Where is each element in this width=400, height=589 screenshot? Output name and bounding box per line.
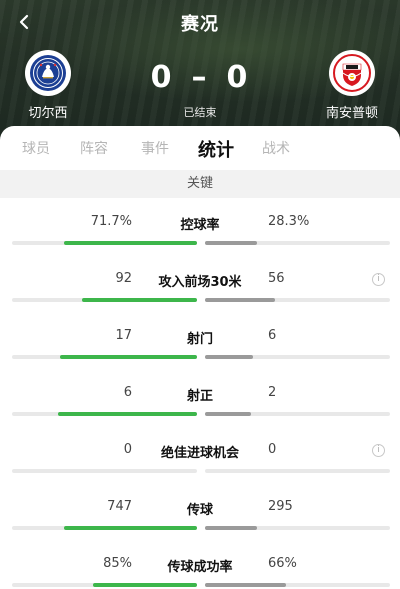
stat-away-value: 0 xyxy=(268,442,277,457)
home-stat-bar-fill xyxy=(93,583,197,587)
tab-bar: 球员 阵容 事件 统计 战术 xyxy=(0,126,400,170)
away-stat-bar xyxy=(205,298,390,302)
southampton-crest-icon xyxy=(329,50,375,96)
page-title: 赛况 xyxy=(181,14,219,35)
stat-label: 攻入前场30米 xyxy=(158,275,242,290)
away-stat-bar-fill xyxy=(205,583,286,587)
away-team[interactable]: 南安普顿 xyxy=(312,50,392,121)
stat-away-value: 295 xyxy=(268,499,293,514)
home-stat-bar xyxy=(12,583,197,587)
home-stat-bar xyxy=(12,241,197,245)
away-stat-bar-fill xyxy=(205,298,275,302)
section-header-key: 关键 xyxy=(0,170,400,198)
home-stat-bar-fill xyxy=(64,526,197,530)
match-header: 赛况 切尔西 0–0 已结束 南安普顿 xyxy=(0,0,400,140)
home-stat-bar-fill xyxy=(60,355,197,359)
stat-label: 绝佳进球机会 xyxy=(160,446,239,461)
tab-players[interactable]: 球员 xyxy=(22,138,50,158)
away-stat-bar-fill xyxy=(205,355,253,359)
home-stat-bar xyxy=(12,298,197,302)
home-stat-bar-fill xyxy=(64,241,197,245)
home-stat-bar xyxy=(12,526,197,530)
away-team-name: 南安普顿 xyxy=(325,106,378,121)
stats-panel: 球员 阵容 事件 统计 战术 关键 71.7% 控球率 28.3% 92 攻入前场30米… xyxy=(0,126,400,589)
home-stat-bar xyxy=(12,469,197,473)
home-score: 0 xyxy=(150,60,174,95)
stat-row: 85% 传球成功率 66% xyxy=(0,556,400,589)
stat-row: 0 绝佳进球机会 0 i xyxy=(0,442,400,499)
stat-away-value: 28.3% xyxy=(268,214,310,229)
away-stat-bar xyxy=(205,526,390,530)
info-icon[interactable]: i xyxy=(372,444,385,457)
stat-row: 92 攻入前场30米 56 i xyxy=(0,271,400,328)
away-stat-bar xyxy=(205,412,390,416)
away-stat-bar-fill xyxy=(205,526,257,530)
away-stat-bar xyxy=(205,583,390,587)
tab-statistics[interactable]: 统计 xyxy=(198,136,234,162)
away-stat-bar xyxy=(205,355,390,359)
stat-row: 747 传球 295 xyxy=(0,499,400,556)
away-stat-bar xyxy=(205,241,390,245)
stat-away-value: 56 xyxy=(268,271,285,286)
stat-label: 射门 xyxy=(186,332,213,347)
stat-label: 传球成功率 xyxy=(167,560,233,575)
stat-away-value: 2 xyxy=(268,385,277,400)
home-stat-bar xyxy=(12,412,197,416)
stat-away-value: 6 xyxy=(268,328,277,343)
stat-away-value: 66% xyxy=(268,556,297,571)
home-stat-bar xyxy=(12,355,197,359)
stat-row: 6 射正 2 xyxy=(0,385,400,442)
home-stat-bar-fill xyxy=(82,298,197,302)
stat-label: 控球率 xyxy=(180,218,220,233)
away-stat-bar-fill xyxy=(205,241,257,245)
tab-lineup[interactable]: 阵容 xyxy=(80,138,108,158)
stat-label: 传球 xyxy=(186,503,213,518)
tab-events[interactable]: 事件 xyxy=(141,138,169,158)
stat-row: 71.7% 控球率 28.3% xyxy=(0,214,400,271)
stat-row: 17 射门 6 xyxy=(0,328,400,385)
home-stat-bar-fill xyxy=(58,412,197,416)
score-separator: – xyxy=(191,60,209,95)
away-score: 0 xyxy=(226,60,250,95)
info-icon[interactable]: i xyxy=(372,273,385,286)
away-stat-bar-fill xyxy=(205,412,251,416)
stat-label: 射正 xyxy=(186,389,213,404)
away-stat-bar xyxy=(205,469,390,473)
tab-tactics[interactable]: 战术 xyxy=(262,138,290,158)
